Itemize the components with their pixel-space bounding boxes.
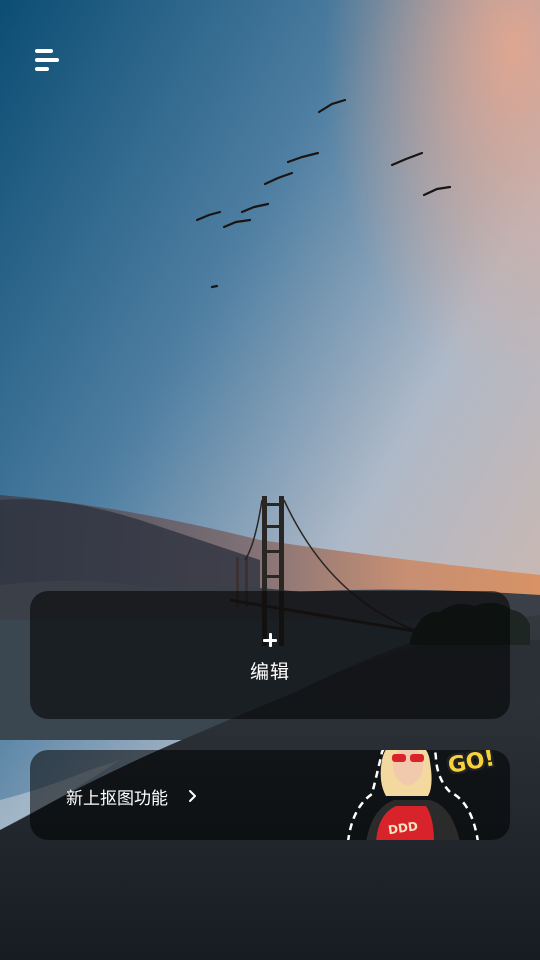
chevron-right-icon	[189, 790, 196, 802]
plus-icon	[263, 632, 277, 647]
cutout-feature-label: 新上抠图功能	[66, 789, 168, 809]
menu-button[interactable]	[30, 44, 66, 78]
edit-label: 编辑	[249, 660, 290, 683]
cutout-feature-card[interactable]: 新上抠图功能 DDD GO!	[30, 750, 510, 840]
edit-card[interactable]: 编辑	[30, 591, 510, 719]
